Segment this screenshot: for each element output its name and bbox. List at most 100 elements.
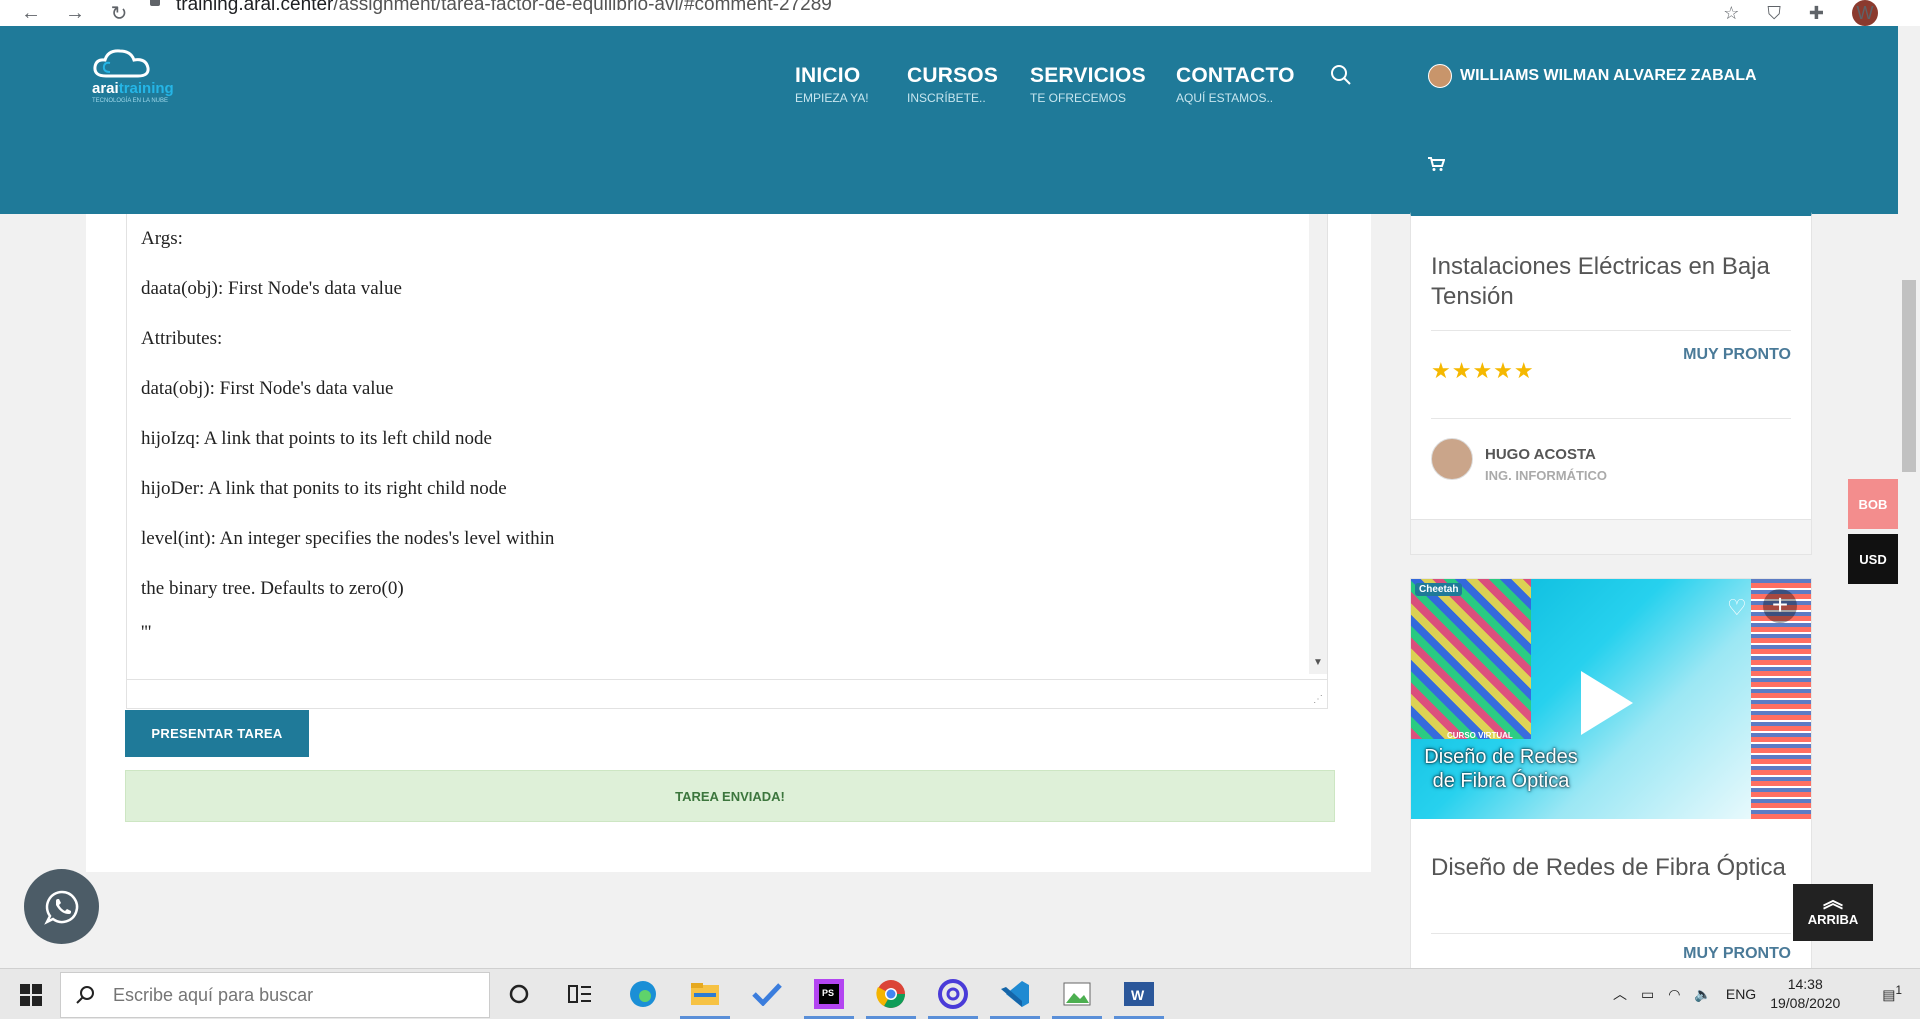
site-header: araitraining TECNOLOGÍA EN LA NUBE INICI… [0,26,1898,214]
windows-start-icon[interactable] [20,984,42,1011]
wifi-icon[interactable]: ◠ [1668,986,1680,1003]
divider [1431,418,1791,419]
notifications-icon[interactable]: ▤1 [1882,984,1902,1004]
play-icon[interactable] [1581,671,1633,735]
bookmark-star-icon[interactable]: ☆ [1723,3,1739,24]
app-icon[interactable] [928,977,978,1019]
nav-cursos-label: CURSOS [907,64,999,87]
cortana-icon[interactable] [502,977,536,1011]
editor-scrollbar[interactable]: ▼ [1309,214,1327,674]
search-icon[interactable] [1330,64,1352,91]
rating-stars: ★★★★★ [1431,358,1535,383]
course-title[interactable]: Instalaciones Eléctricas en Baja Tensión [1431,252,1801,312]
nav-inicio[interactable]: INICIO Empieza ya! [795,64,869,105]
logo-tagline: TECNOLOGÍA EN LA NUBE [92,98,169,104]
file-explorer-icon[interactable] [680,977,730,1019]
scrollbar-thumb[interactable] [1902,280,1916,472]
divider [1431,933,1791,934]
image-editor-icon[interactable] [1052,977,1102,1019]
submit-assignment-button[interactable]: PRESENTAR TAREA [125,710,309,757]
success-alert: TAREA ENVIADA! [125,770,1335,822]
windows-taskbar: PS W ︿ ▭ ◠ 🔈 ENG 14:38 19/08/2020 ▤1 [0,968,1920,1019]
instructor-avatar [1431,438,1473,480]
language-indicator[interactable]: ENG [1726,986,1756,1002]
lock-icon [150,0,160,6]
logo-text-arai: arai [92,80,119,97]
status-badge: MUY PRONTO [1683,346,1791,363]
back-to-top-label: ARRIBA [1807,912,1859,927]
vscode-icon[interactable] [990,977,1040,1019]
nav-inicio-sub: Empieza ya! [795,91,869,105]
logo-wordmark: araitraining [92,80,174,97]
battery-icon[interactable]: ▭ [1641,986,1654,1003]
notification-count: 1 [1895,984,1902,998]
course-card-electrical[interactable]: Instalaciones Eléctricas en Baja Tensión… [1410,212,1812,555]
svg-text:W: W [1131,987,1145,1003]
thumbnail-brand: Cheetah [1415,583,1463,596]
nav-servicios-label: SERVICIOS [1030,64,1146,87]
currency-bob-button[interactable]: BOB [1848,479,1898,529]
nav-servicios-sub: Te ofrecemos [1030,91,1127,105]
nav-cursos[interactable]: CURSOS Inscríbete.. [907,64,998,105]
thumbnail-title: Diseño de Redes de Fibra Óptica [1424,746,1578,792]
svg-text:PS: PS [822,988,834,998]
back-icon[interactable]: ← [18,2,44,25]
card-footer [1411,519,1811,554]
comment-editor[interactable]: Args: daata(obj): First Node's data valu… [126,214,1328,709]
assignment-card: Args: daata(obj): First Node's data valu… [86,214,1371,872]
thumbnail-graphic [1411,579,1531,739]
nav-cursos-sub: Inscríbete.. [907,91,986,105]
whatsapp-button[interactable] [24,869,99,944]
edge-icon[interactable] [626,977,660,1011]
search-icon [76,986,94,1004]
thumbnail-subtitle: CURSO VIRTUAL [1447,731,1513,740]
editor-statusbar: ⋰ [127,679,1327,708]
profile-avatar[interactable]: W [1852,0,1878,26]
editor-line: Args: [141,228,183,249]
course-title[interactable]: Diseño de Redes de Fibra Óptica [1431,853,1801,883]
scroll-down-icon[interactable]: ▼ [1313,657,1323,668]
heart-icon[interactable]: ♡ [1727,595,1747,621]
clock-time: 14:38 [1787,976,1823,992]
cart-icon[interactable] [1427,156,1446,177]
instructor-role: ING. INFORMÁTICO [1485,468,1608,483]
address-bar[interactable]: training.arai.center/assignment/tarea-fa… [176,0,832,16]
course-thumbnail[interactable]: Cheetah ♡ + CURSO VIRTUAL Diseño de Rede… [1411,579,1811,819]
browser-toolbar: ← → ↻ training.arai.center/assignment/ta… [0,0,1920,27]
task-view-icon[interactable] [563,977,597,1011]
editor-line: hijoIzq: A link that points to its left … [141,428,492,449]
page-scrollbar[interactable] [1898,26,1920,968]
editor-line: level(int): An integer specifies the nod… [141,528,555,549]
todo-icon[interactable] [750,977,784,1011]
editor-line: Attributes: [141,328,223,349]
instructor-name[interactable]: HUGO ACOSTA [1485,446,1596,463]
back-to-top-button[interactable]: ︽ ARRIBA [1793,884,1873,941]
chevron-up-icon: ︽ [1823,890,1843,912]
chrome-icon[interactable] [866,977,916,1019]
divider [1431,330,1791,331]
nav-contacto[interactable]: CONTACTO Aquí estamos.. [1176,64,1295,105]
status-badge: MUY PRONTO [1683,945,1791,962]
taskbar-search[interactable] [60,972,490,1018]
nav-servicios[interactable]: SERVICIOS Te ofrecemos [1030,64,1146,105]
resize-grip-icon[interactable]: ⋰ [1313,694,1323,705]
word-icon[interactable]: W [1114,977,1164,1019]
url-host: training.arai.center [176,0,334,15]
clock-date: 19/08/2020 [1770,995,1841,1011]
course-card-fiber[interactable]: Cheetah ♡ + CURSO VIRTUAL Diseño de Rede… [1410,578,1812,980]
currency-usd-button[interactable]: USD [1848,534,1898,584]
clock[interactable]: 14:38 19/08/2020 [1770,975,1854,1013]
system-tray: ︿ ▭ ◠ 🔈 ENG 14:38 19/08/2020 ▤1 [1613,969,1920,1019]
user-menu[interactable]: WILLIAMS WILMAN ALVAREZ ZABALA [1428,64,1757,88]
taskbar-search-input[interactable] [111,983,475,1007]
extensions-icon[interactable]: ✚ [1809,3,1824,24]
forward-icon[interactable]: → [62,2,88,25]
user-avatar [1428,64,1452,88]
plus-icon[interactable]: + [1763,589,1797,623]
reload-icon[interactable]: ↻ [106,1,132,26]
volume-icon[interactable]: 🔈 [1694,986,1711,1003]
shield-icon[interactable]: ⛉ [1767,3,1781,24]
phpstorm-icon[interactable]: PS [804,977,854,1019]
tray-chevron-icon[interactable]: ︿ [1613,984,1627,1004]
logo-text-training: training [118,80,174,97]
